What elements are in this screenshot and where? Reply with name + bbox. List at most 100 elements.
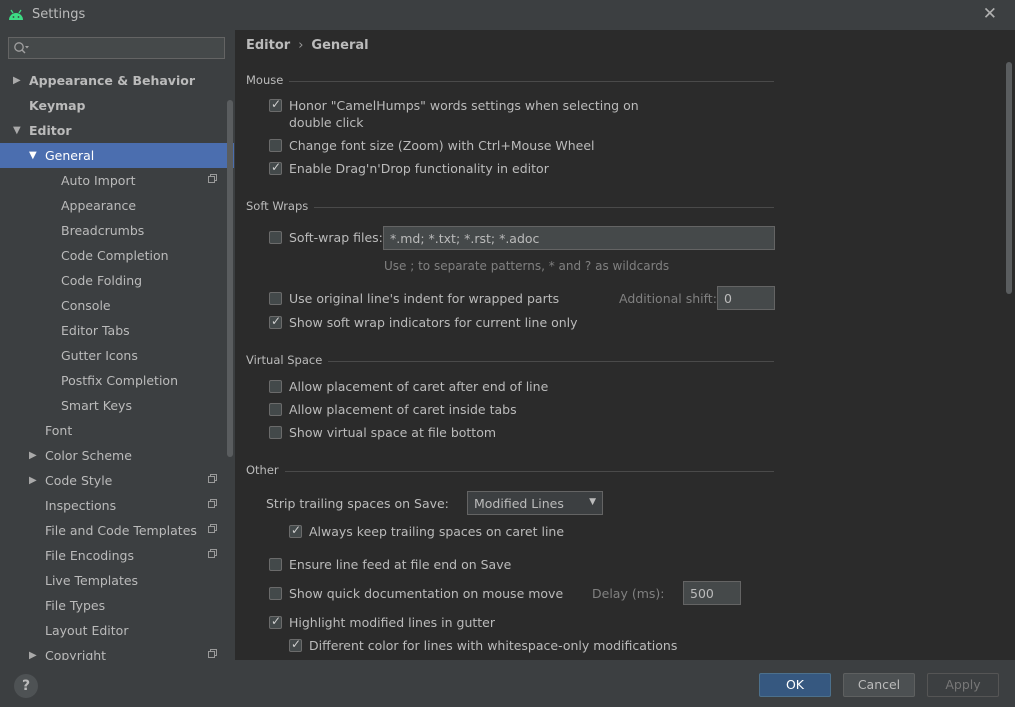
sidebar-item-editor[interactable]: ▼ Editor xyxy=(0,118,234,143)
sidebar-item-breadcrumbs[interactable]: Breadcrumbs xyxy=(0,218,234,243)
sidebar-item-label: Live Templates xyxy=(45,573,139,588)
sidebar-item-postfix-completion[interactable]: Postfix Completion xyxy=(0,368,234,393)
strip-spaces-value: Modified Lines xyxy=(474,496,564,511)
quick-doc-checkbox[interactable] xyxy=(269,587,282,600)
expanded-arrow-icon[interactable]: ▼ xyxy=(29,143,37,168)
sidebar-item-live-templates[interactable]: Live Templates xyxy=(0,568,234,593)
expanded-arrow-icon[interactable]: ▼ xyxy=(13,118,21,143)
sidebar-item-gutter-icons[interactable]: Gutter Icons xyxy=(0,343,234,368)
ok-button[interactable]: OK xyxy=(759,673,831,697)
sidebar-item-label: Smart Keys xyxy=(61,398,132,413)
sidebar-item-inspections[interactable]: Inspections xyxy=(0,493,234,518)
wrap-indicators-label: Show soft wrap indicators for current li… xyxy=(289,315,578,330)
wrap-indicators-checkbox[interactable] xyxy=(269,314,282,329)
highlight-modified-checkbox[interactable] xyxy=(269,614,282,629)
collapsed-arrow-icon[interactable]: ▶ xyxy=(29,468,37,493)
project-scope-icon xyxy=(208,524,217,533)
sidebar-item-appearance[interactable]: Appearance xyxy=(0,193,234,218)
collapsed-arrow-icon[interactable]: ▶ xyxy=(29,643,37,660)
sidebar-item-file-and-code-templates[interactable]: File and Code Templates xyxy=(0,518,234,543)
sidebar-item-general[interactable]: ▼ General xyxy=(0,143,234,168)
cancel-button[interactable]: Cancel xyxy=(843,673,915,697)
section-title: Mouse xyxy=(246,73,290,87)
additional-shift-input[interactable]: 0 xyxy=(717,286,775,310)
sidebar-item-copyright[interactable]: ▶ Copyright xyxy=(0,643,234,660)
virtual-space-bottom-checkbox[interactable] xyxy=(269,426,282,439)
sidebar-item-code-style[interactable]: ▶ Code Style xyxy=(0,468,234,493)
settings-tree: ▶ Appearance & Behavior Keymap ▼ Editor ▼ Gene… xyxy=(0,68,234,660)
sidebar-item-appearance-behavior[interactable]: ▶ Appearance & Behavior xyxy=(0,68,234,93)
zoom-checkbox[interactable] xyxy=(269,139,282,152)
drag-drop-checkbox[interactable] xyxy=(269,160,282,175)
caret-inside-tabs-checkbox[interactable] xyxy=(269,403,282,416)
sidebar-item-label: File Encodings xyxy=(45,548,135,563)
whitespace-color-label: Different color for lines with whitespac… xyxy=(309,638,678,653)
project-scope-icon xyxy=(208,549,217,558)
camelhumps-checkbox[interactable] xyxy=(269,97,282,112)
keep-trailing-spaces-checkbox[interactable] xyxy=(289,523,302,538)
section-divider xyxy=(246,207,774,208)
breadcrumb-current: General xyxy=(311,38,369,53)
caret-after-eol-label: Allow placement of caret after end of li… xyxy=(289,379,549,394)
sidebar-item-keymap[interactable]: Keymap xyxy=(0,93,234,118)
delay-input[interactable]: 500 xyxy=(683,581,741,605)
section-title: Virtual Space xyxy=(246,353,329,367)
search-icon xyxy=(14,42,29,54)
delay-label: Delay (ms): xyxy=(592,586,665,601)
line-feed-checkbox[interactable] xyxy=(269,558,282,571)
section-divider xyxy=(246,81,774,82)
title-bar: Settings ✕ xyxy=(0,0,1015,30)
sidebar-item-code-completion[interactable]: Code Completion xyxy=(0,243,234,268)
sidebar-item-label: Appearance xyxy=(61,198,137,213)
collapsed-arrow-icon[interactable]: ▶ xyxy=(29,443,37,468)
sidebar-item-label: Keymap xyxy=(29,98,86,113)
sidebar-item-code-folding[interactable]: Code Folding xyxy=(0,268,234,293)
sidebar-item-editor-tabs[interactable]: Editor Tabs xyxy=(0,318,234,343)
apply-button[interactable]: Apply xyxy=(927,673,999,697)
sidebar-item-auto-import[interactable]: Auto Import xyxy=(0,168,234,193)
additional-shift-label: Additional shift: xyxy=(619,291,717,306)
sidebar-item-file-types[interactable]: File Types xyxy=(0,593,234,618)
soft-wrap-files-checkbox[interactable] xyxy=(269,231,282,244)
sidebar-item-label: Font xyxy=(45,423,73,438)
project-scope-icon xyxy=(208,649,217,658)
close-icon[interactable]: ✕ xyxy=(983,4,997,24)
search-input[interactable] xyxy=(8,37,225,59)
soft-wrap-files-label: Soft-wrap files: xyxy=(289,230,383,245)
virtual-space-bottom-label: Show virtual space at file bottom xyxy=(289,425,497,440)
sidebar-item-label: Copyright xyxy=(45,648,107,660)
sidebar-item-label: File Types xyxy=(45,598,106,613)
caret-after-eol-checkbox[interactable] xyxy=(269,380,282,393)
sidebar-item-label: Inspections xyxy=(45,498,117,513)
sidebar-item-label: Layout Editor xyxy=(45,623,129,638)
help-button[interactable]: ? xyxy=(14,674,38,698)
zoom-label: Change font size (Zoom) with Ctrl+Mouse … xyxy=(289,138,595,153)
soft-wrap-hint: Use ; to separate patterns, * and ? as w… xyxy=(384,259,670,273)
section-divider xyxy=(246,471,774,472)
line-feed-label: Ensure line feed at file end on Save xyxy=(289,557,512,572)
sidebar-scrollbar[interactable] xyxy=(227,100,233,457)
sidebar-item-label: Code Style xyxy=(45,473,113,488)
settings-sidebar: ▶ Appearance & Behavior Keymap ▼ Editor ▼ Gene… xyxy=(0,30,235,660)
collapsed-arrow-icon[interactable]: ▶ xyxy=(13,68,21,93)
content-scrollbar[interactable] xyxy=(1006,62,1012,294)
sidebar-item-file-encodings[interactable]: File Encodings xyxy=(0,543,234,568)
sidebar-item-console[interactable]: Console xyxy=(0,293,234,318)
section-mouse: Mouse xyxy=(246,73,774,89)
section-other: Other xyxy=(246,463,774,479)
original-indent-checkbox[interactable] xyxy=(269,292,282,305)
whitespace-color-checkbox[interactable] xyxy=(289,637,302,652)
project-scope-icon xyxy=(208,499,217,508)
sidebar-item-label: Code Completion xyxy=(61,248,169,263)
sidebar-item-layout-editor[interactable]: Layout Editor xyxy=(0,618,234,643)
sidebar-item-font[interactable]: Font xyxy=(0,418,234,443)
sidebar-item-label: Gutter Icons xyxy=(61,348,138,363)
sidebar-item-label: Postfix Completion xyxy=(61,373,178,388)
soft-wrap-files-input[interactable]: *.md; *.txt; *.rst; *.adoc xyxy=(383,226,775,250)
window-title: Settings xyxy=(32,7,86,22)
quick-doc-label: Show quick documentation on mouse move xyxy=(289,586,564,601)
sidebar-item-smart-keys[interactable]: Smart Keys xyxy=(0,393,234,418)
sidebar-item-color-scheme[interactable]: ▶ Color Scheme xyxy=(0,443,234,468)
caret-inside-tabs-label: Allow placement of caret inside tabs xyxy=(289,402,517,417)
strip-spaces-dropdown[interactable]: Modified Lines ▼ xyxy=(467,491,603,515)
